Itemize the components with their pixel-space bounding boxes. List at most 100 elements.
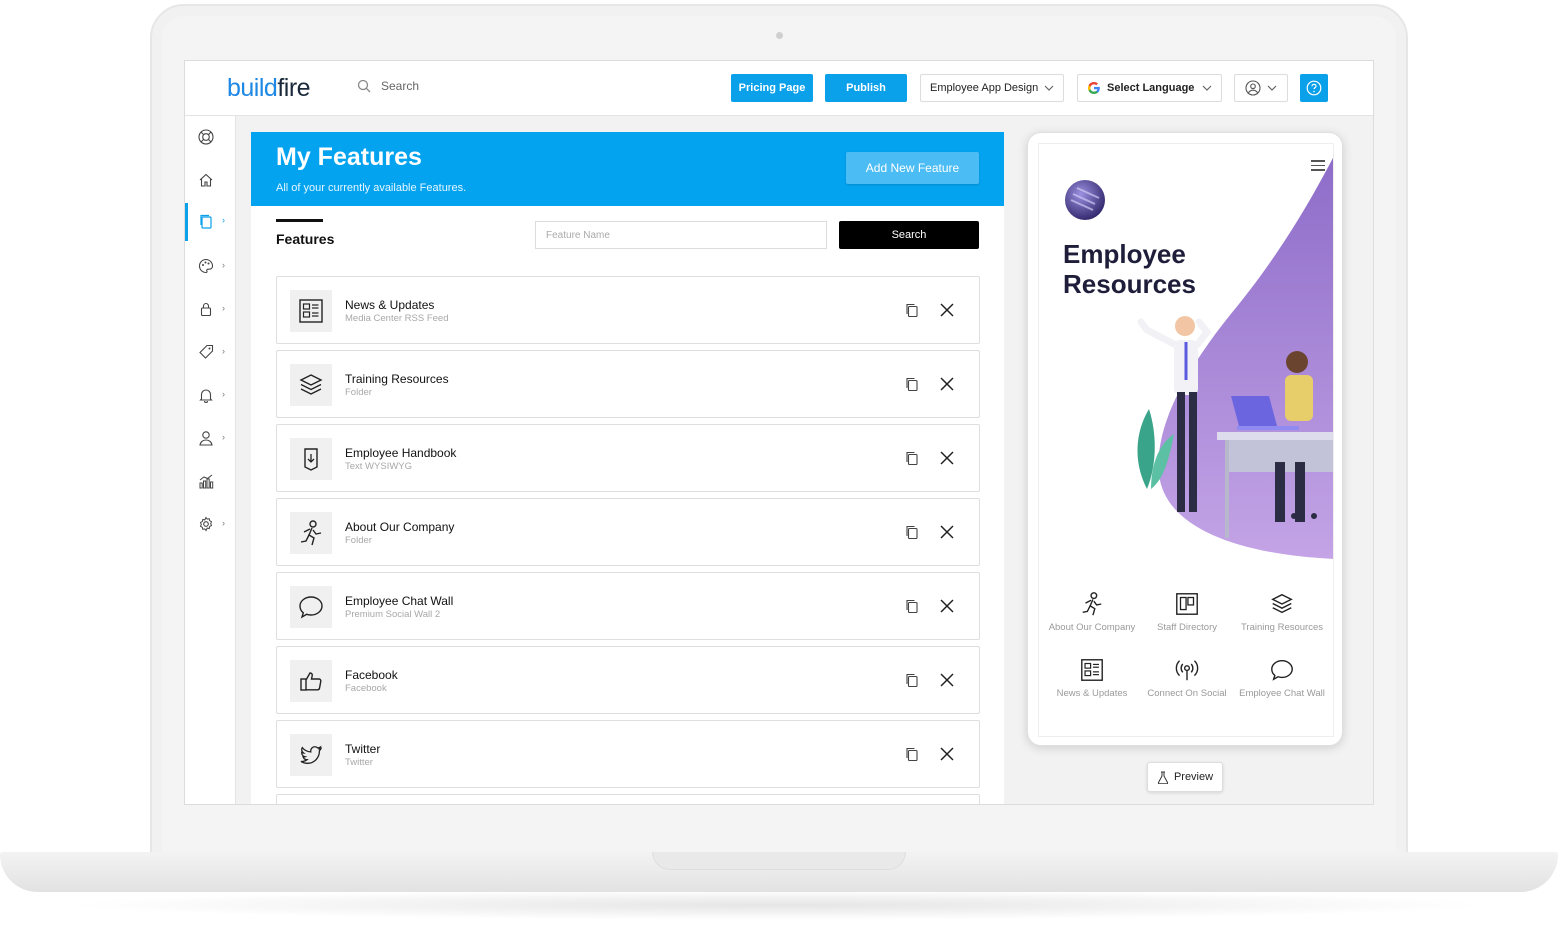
list-item[interactable]: Employee Chat Wall Premium Social Wall 2: [276, 572, 980, 640]
close-icon[interactable]: [940, 747, 954, 761]
feature-icon-box: [290, 290, 332, 332]
page-subtitle: All of your currently available Features…: [276, 182, 467, 194]
app-selector-dropdown[interactable]: Employee App Design: [920, 74, 1064, 102]
copy-icon[interactable]: [904, 376, 920, 392]
phone-grid-label: Training Resources: [1240, 622, 1324, 633]
phone-grid-item[interactable]: Connect On Social: [1139, 657, 1235, 699]
global-search[interactable]: Search: [357, 79, 419, 93]
chevron-right-icon: ›: [222, 215, 225, 225]
close-icon[interactable]: [940, 599, 954, 613]
publish-button[interactable]: Publish: [825, 74, 907, 102]
features-header: My Features All of your currently availa…: [251, 132, 1004, 206]
sidebar-item-support[interactable]: [185, 119, 236, 155]
feature-type: Folder: [345, 387, 372, 398]
running-person-icon: [300, 520, 322, 546]
analytics-icon: [199, 474, 214, 489]
phone-grid-label: News & Updates: [1056, 688, 1128, 699]
chevron-down-icon: [1044, 85, 1054, 91]
chat-bubble-icon: [299, 596, 323, 619]
list-item[interactable]: News & Updates Media Center RSS Feed: [276, 276, 980, 344]
copy-icon[interactable]: [904, 302, 920, 318]
feature-type: Text WYSIWYG: [345, 461, 413, 472]
laptop-shadow: [60, 890, 1498, 920]
feature-name: About Our Company: [345, 520, 455, 534]
phone-grid-item[interactable]: Employee Chat Wall: [1234, 657, 1330, 699]
copy-icon[interactable]: [904, 524, 920, 540]
phone-grid-item[interactable]: About Our Company: [1044, 591, 1140, 633]
sidebar-item-design[interactable]: ›: [185, 248, 236, 284]
add-new-feature-button[interactable]: Add New Feature: [846, 152, 979, 184]
top-bar: buildfire Search Pricing Page Publish Em…: [185, 61, 1373, 116]
phone-grid-item[interactable]: News & Updates: [1044, 657, 1140, 699]
account-menu-dropdown[interactable]: [1234, 74, 1288, 102]
pricing-page-button[interactable]: Pricing Page: [731, 74, 813, 102]
buildfire-logo[interactable]: buildfire: [227, 74, 311, 103]
copy-icon[interactable]: [904, 746, 920, 762]
copy-features-icon: [200, 214, 212, 229]
sidebar-item-settings[interactable]: ›: [185, 506, 236, 542]
list-item[interactable]: [276, 794, 980, 804]
sidebar-item-monetization[interactable]: ›: [185, 334, 236, 370]
sidebar-item-security[interactable]: ›: [185, 291, 236, 327]
sidebar-item-notifications[interactable]: ›: [185, 377, 236, 413]
copy-icon[interactable]: [904, 450, 920, 466]
close-icon[interactable]: [940, 451, 954, 465]
copy-icon[interactable]: [904, 598, 920, 614]
logo-part-fire: fire: [277, 74, 311, 102]
sidebar-item-home[interactable]: [185, 162, 236, 198]
feature-name-input[interactable]: Feature Name: [535, 221, 827, 249]
phone-grid-label: Staff Directory: [1156, 622, 1217, 633]
chevron-right-icon: ›: [222, 432, 225, 442]
feature-name: Facebook: [345, 668, 398, 682]
help-button[interactable]: [1300, 74, 1328, 102]
thumbs-up-icon: [300, 672, 322, 691]
phone-grid-label: Employee Chat Wall: [1239, 688, 1325, 699]
logo-part-build: build: [227, 74, 278, 102]
feature-list: News & Updates Media Center RSS Feed Tra…: [276, 276, 980, 804]
preview-label: Preview: [1173, 771, 1214, 783]
layers-icon: [299, 374, 323, 395]
close-icon[interactable]: [940, 303, 954, 317]
feature-name: Employee Handbook: [345, 446, 457, 460]
lifebuoy-icon: [198, 129, 214, 145]
search-icon: [357, 79, 371, 93]
page-title: My Features: [276, 143, 422, 171]
feature-icon-box: [290, 364, 332, 406]
close-icon[interactable]: [940, 377, 954, 391]
gear-icon: [199, 516, 213, 532]
phone-grid-item[interactable]: Staff Directory: [1139, 591, 1235, 633]
chevron-right-icon: ›: [222, 389, 225, 399]
lock-icon: [200, 302, 212, 317]
copy-icon[interactable]: [904, 672, 920, 688]
help-icon: [1306, 80, 1322, 96]
twitter-bird-icon: [300, 745, 323, 764]
hamburger-menu-icon[interactable]: [1311, 160, 1325, 174]
list-item[interactable]: Employee Handbook Text WYSIWYG: [276, 424, 980, 492]
chevron-right-icon: ›: [222, 346, 225, 356]
sidebar-item-analytics[interactable]: [185, 463, 236, 499]
sidebar-item-features[interactable]: ›: [185, 203, 236, 241]
preview-button[interactable]: Preview: [1147, 762, 1223, 792]
flask-icon: [1157, 771, 1169, 784]
user-circle-icon: [1245, 80, 1261, 96]
tab-features[interactable]: Features: [276, 231, 334, 247]
language-selector-label: Select Language: [1107, 82, 1195, 94]
phone-screen: Employee Resources About Our Company Sta…: [1038, 143, 1334, 737]
feature-type: Twitter: [345, 757, 373, 768]
sidebar-item-users[interactable]: ›: [185, 420, 236, 456]
camera-dot: [776, 32, 783, 39]
document-icon: [304, 448, 318, 471]
language-selector-dropdown[interactable]: Select Language: [1077, 74, 1222, 102]
list-item[interactable]: About Our Company Folder: [276, 498, 980, 566]
list-item[interactable]: Facebook Facebook: [276, 646, 980, 714]
close-icon[interactable]: [940, 673, 954, 687]
google-g-icon: [1088, 82, 1100, 94]
feature-type: Media Center RSS Feed: [345, 313, 449, 324]
phone-grid-item[interactable]: Training Resources: [1234, 591, 1330, 633]
search-button[interactable]: Search: [839, 221, 979, 249]
list-item[interactable]: Training Resources Folder: [276, 350, 980, 418]
phone-grid-label: About Our Company: [1048, 622, 1136, 633]
feature-icon-box: [290, 660, 332, 702]
close-icon[interactable]: [940, 525, 954, 539]
list-item[interactable]: Twitter Twitter: [276, 720, 980, 788]
